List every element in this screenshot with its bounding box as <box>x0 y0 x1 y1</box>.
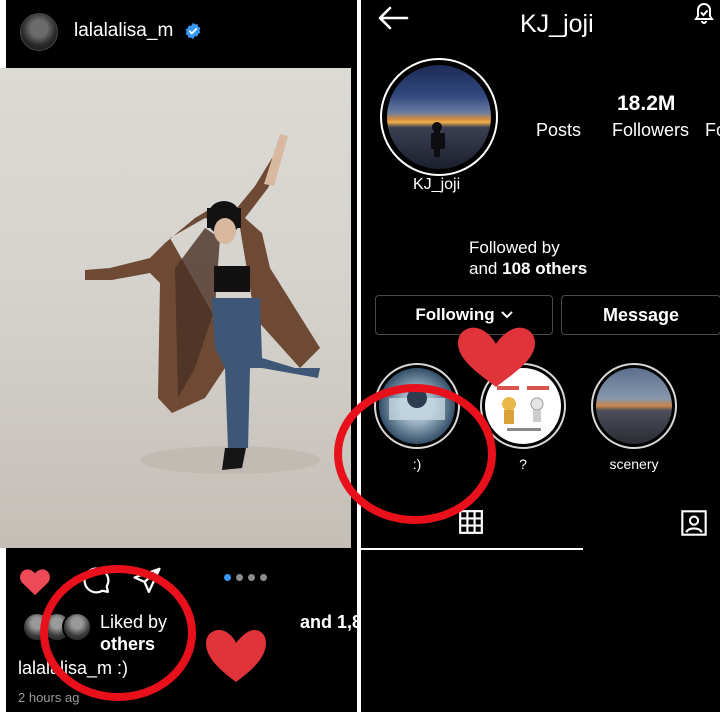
carousel-dot <box>248 574 255 581</box>
followers-count[interactable]: 18.2M <box>617 92 675 116</box>
liked-by-avatars[interactable] <box>22 612 92 642</box>
followed-by-text[interactable]: Followed by <box>469 238 560 258</box>
following-stat-label[interactable]: Fo <box>705 120 720 141</box>
verified-badge-icon <box>185 22 201 40</box>
share-icon[interactable] <box>130 565 164 595</box>
highlight-label[interactable]: scenery <box>584 456 684 472</box>
post-photo[interactable] <box>0 68 351 548</box>
post-timestamp: 2 hours ag <box>18 690 80 705</box>
message-button[interactable]: Message <box>561 295 720 335</box>
poster-avatar[interactable] <box>20 13 58 51</box>
like-heart-icon[interactable] <box>18 565 52 597</box>
post-caption: lalalalisa_m :) <box>18 658 129 678</box>
highlight-cover[interactable] <box>485 368 561 444</box>
carousel-dot <box>236 574 243 581</box>
message-button-label: Message <box>602 304 680 325</box>
liked-by-count[interactable]: and 1,8 <box>300 612 362 633</box>
liked-by-text[interactable]: Liked by <box>100 612 167 633</box>
profile-avatar[interactable] <box>387 65 491 169</box>
highlight-label[interactable]: ? <box>473 456 573 472</box>
post-photo-figure <box>85 134 320 474</box>
posts-stat-label[interactable]: Posts <box>536 120 581 141</box>
comment-icon[interactable] <box>80 565 112 595</box>
carousel-dot <box>260 574 267 581</box>
followed-by-others[interactable]: and 108 others <box>469 259 587 279</box>
following-button[interactable]: Following <box>375 295 553 335</box>
back-arrow-icon[interactable] <box>376 5 410 31</box>
highlight-label[interactable]: :) <box>367 456 467 472</box>
grid-tab-icon[interactable] <box>458 509 484 535</box>
poster-username[interactable]: lalalalisa_m <box>74 20 173 42</box>
notify-bell-icon[interactable] <box>692 0 716 26</box>
highlight-cover[interactable] <box>596 368 672 444</box>
highlight-cover-art <box>497 386 549 431</box>
highlight-cover[interactable] <box>379 368 455 444</box>
highlight-cover-art <box>389 388 445 420</box>
followed-by-count: 108 others <box>502 259 588 278</box>
profile-header-title: KJ_joji <box>520 10 594 38</box>
carousel-dot-active <box>224 574 231 581</box>
profile-avatar-figure <box>431 122 445 157</box>
tagged-tab-icon[interactable] <box>680 509 708 537</box>
profile-display-name: KJ_joji <box>413 176 461 193</box>
liker-avatar <box>62 612 92 642</box>
followed-by-and: and <box>469 259 498 278</box>
active-tab-indicator <box>361 548 583 550</box>
chevron-down-icon <box>500 311 513 319</box>
followers-stat-label[interactable]: Followers <box>612 120 689 141</box>
following-button-label: Following <box>415 305 495 324</box>
carousel-dots <box>224 574 276 582</box>
liked-by-others-link[interactable]: others <box>100 634 155 655</box>
